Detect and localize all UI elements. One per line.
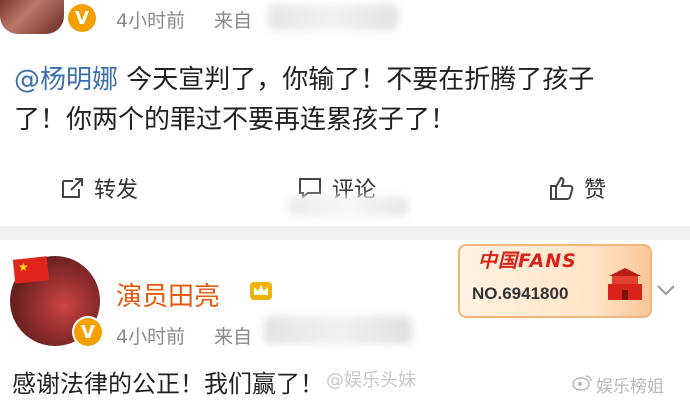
blurred-source [268, 4, 398, 30]
share-icon [58, 174, 86, 202]
tiananmen-icon [606, 262, 644, 302]
forward-label: 转发 [94, 178, 139, 203]
post-text: 感谢法律的公正！我们赢了！ [12, 370, 324, 398]
forward-button[interactable]: 转发 [58, 160, 138, 216]
blurred-source [264, 316, 412, 344]
weibo-logo-icon [572, 373, 592, 396]
post-divider [0, 226, 690, 240]
avatar[interactable] [0, 0, 64, 34]
watermark: 娱乐榜姐 [572, 372, 664, 397]
like-button[interactable]: 赞 [548, 160, 606, 216]
star-icon: ★ [18, 260, 29, 274]
blurred-overlay [288, 196, 408, 216]
chevron-down-icon[interactable] [654, 280, 678, 300]
post-text: @杨明娜 今天宣判了，你输了！不要在折腾了孩子 了！你两个的罪过不要再连累孩子了… [14, 60, 674, 140]
post-source-label: 来自 [214, 10, 253, 32]
post-text-line1: 今天宣判了，你输了！不要在折腾了孩子 [118, 65, 595, 95]
fans-badge-title: 中国FANS [478, 250, 577, 272]
author-name[interactable]: 演员田亮 [116, 276, 220, 313]
post-source-label: 来自 [214, 326, 253, 348]
mention-link[interactable]: @杨明娜 [14, 65, 118, 95]
crown-icon [248, 278, 274, 302]
watermark-text: @娱乐头妹 [326, 370, 416, 391]
fans-badge-number: NO.6941800 [472, 284, 569, 303]
post-timestamp: 4小时前 [116, 326, 186, 348]
like-label: 赞 [584, 178, 607, 203]
watermark-text: 娱乐榜姐 [596, 377, 664, 397]
post-text-line2: 了！你两个的罪过不要再连累孩子了！ [14, 105, 457, 135]
thumbs-up-icon [548, 174, 576, 202]
verified-badge-icon: V [68, 4, 96, 32]
post-timestamp: 4小时前 [116, 10, 186, 32]
verified-badge-icon: V [74, 318, 102, 346]
